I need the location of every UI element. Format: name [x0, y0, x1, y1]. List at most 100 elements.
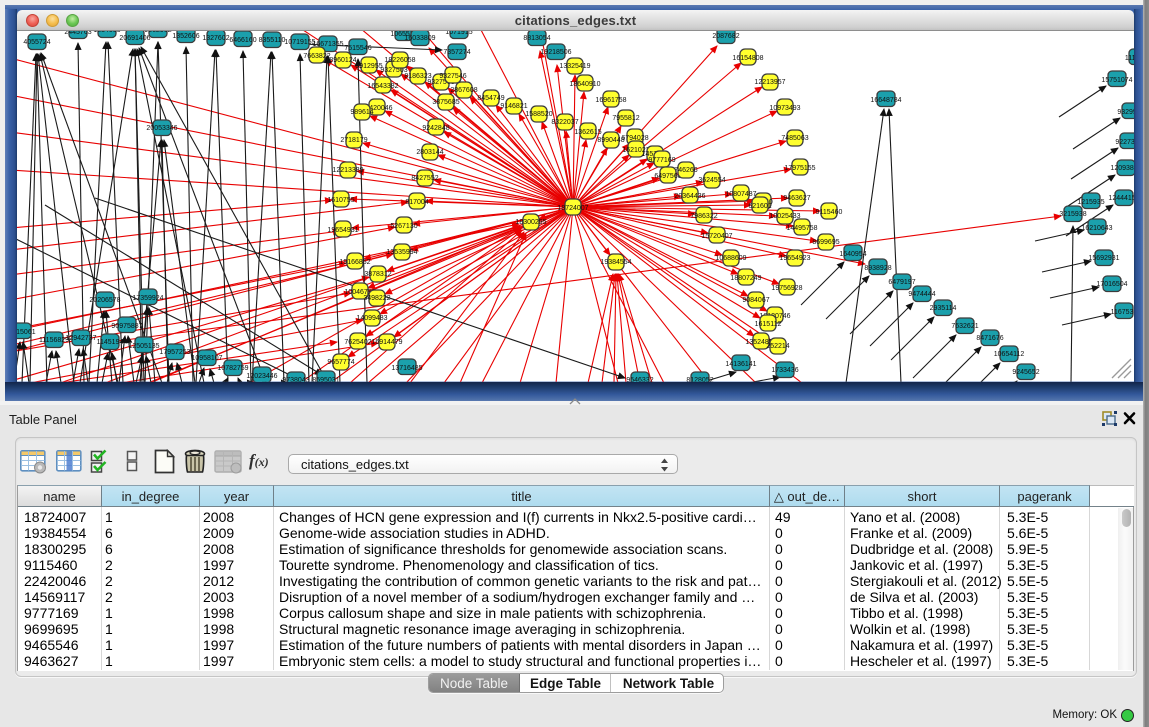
svg-text:7515546: 7515546 [344, 45, 371, 52]
svg-text:13535994: 13535994 [386, 249, 417, 256]
svg-text:15751074: 15751074 [1101, 77, 1132, 84]
svg-text:16154808: 16154808 [732, 55, 763, 62]
svg-text:3915061: 3915061 [8, 329, 35, 336]
svg-text:8322037: 8322037 [551, 119, 578, 126]
svg-text:15692931: 15692931 [1088, 255, 1119, 262]
svg-text:8471676: 8471676 [976, 335, 1003, 342]
svg-text:12505135: 12505135 [128, 343, 159, 350]
svg-text:1733436: 1733436 [771, 367, 798, 374]
svg-text:12213389: 12213389 [332, 167, 363, 174]
svg-text:9657774: 9657774 [327, 359, 354, 366]
svg-text:90975887: 90975887 [111, 323, 142, 330]
svg-text:8355110: 8355110 [259, 37, 286, 44]
svg-text:7632621: 7632621 [951, 323, 978, 330]
svg-text:1615112: 1615112 [755, 321, 782, 328]
svg-text:1588520: 1588520 [525, 111, 552, 118]
svg-text:9738043: 9738043 [282, 377, 309, 383]
svg-text:1362615: 1362615 [574, 129, 601, 136]
svg-text:16648784: 16648784 [870, 97, 901, 104]
svg-text:16033809: 16033809 [404, 35, 435, 42]
svg-text:12942737: 12942737 [65, 335, 96, 342]
svg-text:19384554: 19384554 [600, 259, 631, 266]
svg-text:20053346: 20053346 [146, 125, 177, 132]
svg-text:19756928: 19756928 [771, 285, 802, 292]
svg-text:746266: 746266 [674, 167, 697, 174]
svg-text:14495758: 14495758 [786, 225, 817, 232]
svg-text:20206578: 20206578 [89, 297, 120, 304]
svg-text:16961758: 16961758 [595, 97, 626, 104]
svg-text:16914479: 16914479 [371, 339, 402, 346]
svg-text:12213957: 12213957 [754, 79, 785, 86]
svg-text:10025433: 10025433 [769, 213, 800, 220]
svg-text:9463627: 9463627 [783, 195, 810, 202]
svg-text:817004: 817004 [405, 199, 428, 206]
svg-text:15720407: 15720407 [701, 233, 732, 240]
svg-text:3498222: 3498222 [363, 295, 390, 302]
svg-text:10958107: 10958107 [191, 355, 222, 362]
svg-text:9084067: 9084067 [742, 297, 769, 304]
svg-text:18640910: 18640910 [569, 81, 600, 88]
svg-text:9242848: 9242848 [422, 125, 449, 132]
svg-text:1352606: 1352606 [172, 33, 199, 40]
svg-text:9327546: 9327546 [439, 73, 466, 80]
svg-text:7625402: 7625402 [344, 339, 371, 346]
svg-text:9546332: 9546332 [626, 377, 653, 383]
svg-text:8128052: 8128052 [686, 377, 713, 383]
svg-text:14136141: 14136141 [725, 361, 756, 368]
svg-text:7357274: 7357274 [443, 49, 470, 56]
svg-text:2718179: 2718179 [340, 137, 367, 144]
svg-text:6466160: 6466160 [229, 37, 256, 44]
svg-text:8938928: 8938928 [864, 265, 891, 272]
svg-text:17016504: 17016504 [1096, 281, 1127, 288]
svg-text:18226058: 18226058 [384, 57, 415, 64]
svg-text:8427552: 8427552 [411, 175, 438, 182]
svg-text:2867608: 2867608 [450, 87, 477, 94]
svg-text:8454749: 8454749 [477, 95, 504, 102]
svg-text:19654923: 19654923 [779, 255, 810, 262]
svg-text:8960124: 8960124 [329, 57, 356, 64]
svg-text:18300295: 18300295 [515, 219, 546, 226]
svg-text:8813054: 8813054 [523, 35, 550, 42]
svg-text:3215938: 3215938 [1059, 211, 1086, 218]
svg-text:10973493: 10973493 [769, 105, 800, 112]
svg-text:12023446: 12023446 [246, 373, 277, 380]
svg-text:6479197: 6479197 [888, 279, 915, 286]
svg-text:17975155: 17975155 [784, 165, 815, 172]
svg-text:10782759: 10782759 [217, 365, 248, 372]
svg-text:2087682: 2087682 [712, 33, 739, 40]
svg-text:5267130: 5267130 [390, 223, 417, 230]
svg-text:2935114: 2935114 [930, 305, 957, 312]
svg-text:1167535: 1167535 [1111, 309, 1138, 316]
svg-text:9329965: 9329965 [1117, 109, 1144, 116]
svg-text:18724007: 18724007 [557, 205, 588, 212]
svg-text:10719155: 10719155 [284, 39, 315, 46]
svg-text:20364436: 20364436 [674, 193, 705, 200]
svg-text:621601: 621601 [748, 203, 771, 210]
svg-text:10688609: 10688609 [715, 255, 746, 262]
svg-text:1640954: 1640954 [839, 251, 866, 258]
svg-text:7955812: 7955812 [612, 115, 639, 122]
svg-text:13716485: 13716485 [391, 365, 422, 372]
svg-text:17957253: 17957253 [159, 349, 190, 356]
svg-text:12093872: 12093872 [1110, 165, 1141, 172]
svg-text:1327602: 1327602 [202, 35, 229, 42]
svg-text:8595031: 8595031 [312, 377, 339, 383]
svg-text:10807487: 10807487 [725, 191, 756, 198]
svg-text:18807249: 18807249 [730, 275, 761, 282]
svg-text:9115460: 9115460 [816, 209, 843, 216]
svg-text:19218506: 19218506 [540, 49, 571, 56]
svg-text:7485063: 7485063 [781, 135, 808, 142]
svg-text:8912955: 8912955 [355, 63, 382, 70]
svg-text:252214: 252214 [766, 343, 789, 350]
svg-text:3878312: 3878312 [364, 271, 391, 278]
svg-text:1610755: 1610755 [327, 197, 354, 204]
svg-text:17359924: 17359924 [132, 295, 163, 302]
svg-text:9227342: 9227342 [1115, 139, 1142, 146]
svg-text:1215935: 1215935 [1077, 199, 1104, 206]
svg-text:1145194: 1145194 [97, 339, 124, 346]
svg-text:7986322: 7986322 [690, 213, 717, 220]
svg-text:4055724: 4055724 [23, 39, 50, 46]
svg-text:19654931: 19654931 [327, 227, 358, 234]
svg-text:7663822: 7663822 [303, 53, 330, 60]
svg-text:10654112: 10654112 [994, 351, 1025, 358]
